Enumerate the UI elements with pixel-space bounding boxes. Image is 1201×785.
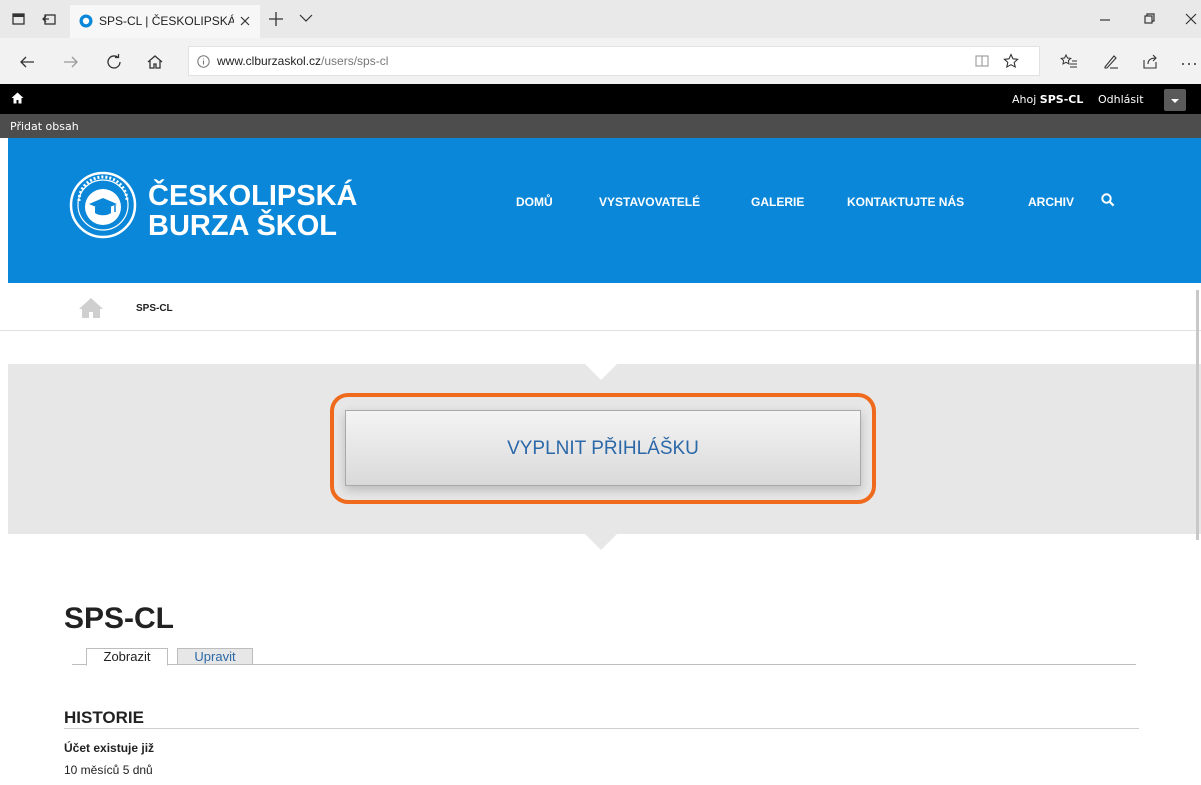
toolbar-home-icon[interactable] xyxy=(11,92,24,104)
url-host: www.clburzaskol.cz xyxy=(217,54,322,68)
url-path: /users/sps-cl xyxy=(321,54,389,68)
tab-actions-icon[interactable] xyxy=(11,11,27,27)
scrollbar[interactable] xyxy=(1196,290,1199,540)
pen-notes-icon[interactable] xyxy=(1102,53,1120,71)
history-divider xyxy=(64,728,1139,729)
tab-edit[interactable]: Upravit xyxy=(177,648,253,665)
greeting-username: SPS-CL xyxy=(1039,93,1084,106)
search-icon[interactable] xyxy=(1101,193,1115,207)
tab-title: SPS-CL | ČESKOLIPSKÁ B xyxy=(99,14,234,28)
new-tab-icon[interactable] xyxy=(268,11,284,27)
nav-gallery[interactable]: GALERIE xyxy=(751,195,804,209)
toolbar-drawer-toggle[interactable] xyxy=(1164,89,1186,111)
favorites-list-icon[interactable] xyxy=(1060,53,1078,71)
account-exists-label: Účet existuje již xyxy=(64,741,155,755)
page-title: SPS-CL xyxy=(64,602,175,635)
browser-tab-bar: SPS-CL | ČESKOLIPSKÁ B xyxy=(0,0,1201,38)
greeting-prefix: Ahoj xyxy=(1012,93,1037,106)
url-text: www.clburzaskol.cz/users/sps-cl xyxy=(217,54,388,68)
history-heading: HISTORIE xyxy=(64,708,144,727)
site-name[interactable]: ČESKOLIPSKÁ BURZA ŠKOL xyxy=(148,181,357,241)
address-bar-row: www.clburzaskol.cz/users/sps-cl xyxy=(0,38,1201,84)
forward-arrow-icon[interactable] xyxy=(62,53,80,71)
restore-icon[interactable] xyxy=(1141,11,1157,27)
admin-toolbar: Ahoj SPS-CL Odhlásit xyxy=(0,84,1201,114)
fill-application-button[interactable]: VYPLNIT PŘIHLÁŠKU xyxy=(345,410,861,486)
more-menu-icon[interactable] xyxy=(1180,53,1198,71)
band-notch-bottom xyxy=(585,534,617,550)
minimize-icon[interactable] xyxy=(1097,11,1113,27)
breadcrumb: SPS-CL xyxy=(0,283,1201,331)
logout-link[interactable]: Odhlásit xyxy=(1098,93,1144,106)
back-arrow-icon[interactable] xyxy=(18,53,36,71)
site-favicon-icon xyxy=(79,14,93,28)
site-name-line2: BURZA ŠKOL xyxy=(148,210,338,242)
close-tab-icon[interactable] xyxy=(238,14,252,28)
site-header: ČESKOLIPSKÁ BURZA ŠKOL DOMŮ VYSTAVOVATEL… xyxy=(8,138,1201,283)
site-logo[interactable] xyxy=(69,171,137,239)
add-content-link[interactable]: Přidat obsah xyxy=(10,120,79,133)
nav-home[interactable]: DOMŮ xyxy=(516,195,553,209)
url-field[interactable]: www.clburzaskol.cz/users/sps-cl xyxy=(188,46,1040,76)
browser-tab[interactable]: SPS-CL | ČESKOLIPSKÁ B xyxy=(70,5,260,38)
favorite-star-icon[interactable] xyxy=(1003,53,1019,69)
reading-view-icon[interactable] xyxy=(974,53,990,69)
account-age-value: 10 měsíců 5 dnů xyxy=(64,763,153,777)
close-window-icon[interactable] xyxy=(1183,11,1199,27)
chevron-down-icon[interactable] xyxy=(299,13,313,23)
refresh-icon[interactable] xyxy=(105,53,123,71)
share-icon[interactable] xyxy=(1141,53,1159,71)
home-icon[interactable] xyxy=(146,53,164,71)
breadcrumb-current: SPS-CL xyxy=(136,303,173,314)
site-info-icon[interactable] xyxy=(197,55,210,68)
nav-contact[interactable]: KONTAKTUJTE NÁS xyxy=(847,195,964,209)
site-name-line1: ČESKOLIPSKÁ xyxy=(148,180,358,212)
set-tabs-aside-icon[interactable] xyxy=(41,11,57,27)
user-greeting[interactable]: Ahoj SPS-CL xyxy=(1012,93,1083,106)
nav-archive[interactable]: ARCHIV xyxy=(1028,195,1074,209)
tab-view[interactable]: Zobrazit xyxy=(86,648,168,666)
band-notch-top xyxy=(585,364,617,380)
shortcuts-bar: Přidat obsah xyxy=(0,114,1201,138)
breadcrumb-home-icon[interactable] xyxy=(78,297,104,319)
nav-exhibitors[interactable]: VYSTAVOVATELÉ xyxy=(599,195,700,209)
